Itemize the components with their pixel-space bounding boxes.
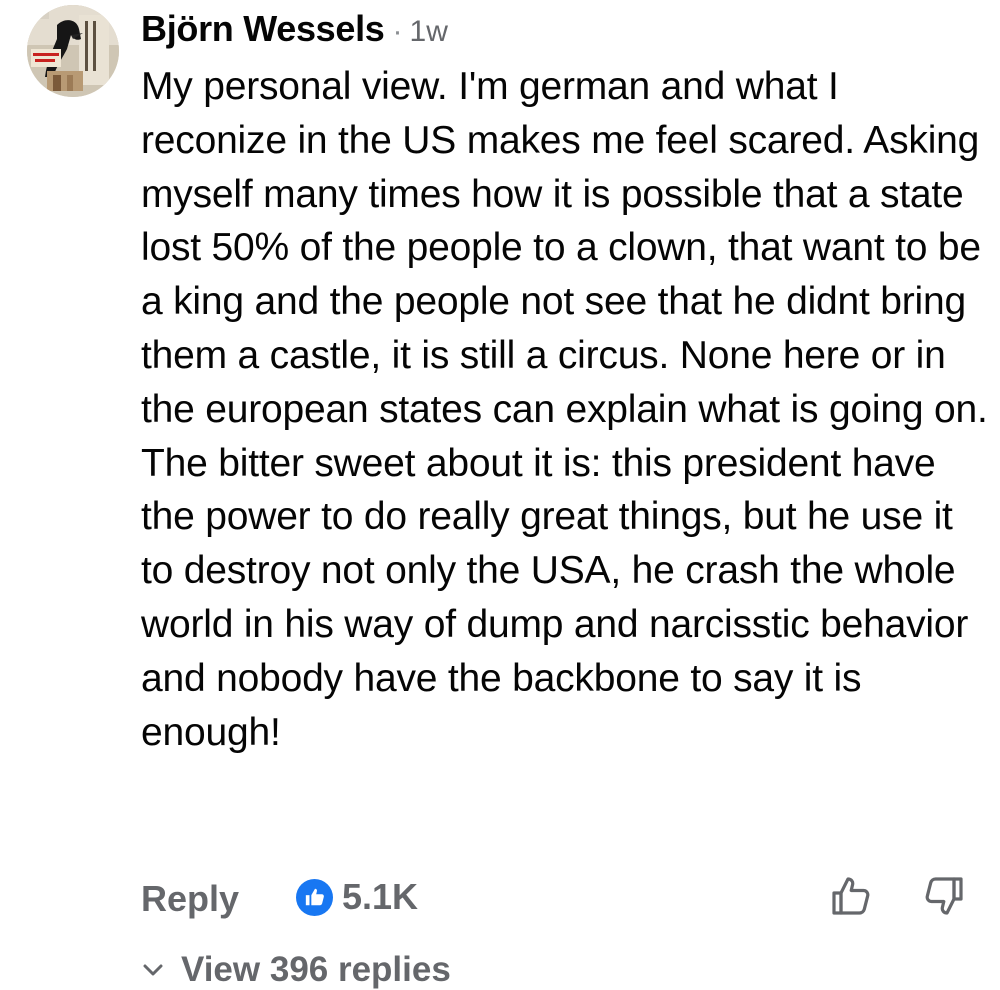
comment-text: My personal view. I'm german and what I … (141, 65, 988, 754)
profile-photo-icon (27, 5, 119, 97)
comment-header: Björn Wessels · 1w (141, 8, 448, 52)
author-name[interactable]: Björn Wessels (141, 8, 385, 50)
separator-dot: · (392, 15, 403, 48)
thumbs-up-icon[interactable] (831, 875, 871, 917)
reaction-count: 5.1K (342, 876, 419, 917)
avatar[interactable] (27, 5, 119, 97)
chevron-down-icon (143, 964, 163, 976)
thumbs-down-icon[interactable] (924, 875, 964, 917)
like-badge-icon (296, 878, 333, 916)
view-replies-link[interactable]: View 396 replies (143, 950, 451, 990)
comment-timestamp[interactable]: 1w (410, 15, 448, 49)
view-replies-label: View 396 replies (181, 950, 451, 989)
comment-actions: Reply 5.1K (141, 870, 971, 926)
reaction-summary[interactable]: 5.1K (296, 876, 418, 918)
reply-button[interactable]: Reply (141, 878, 239, 920)
